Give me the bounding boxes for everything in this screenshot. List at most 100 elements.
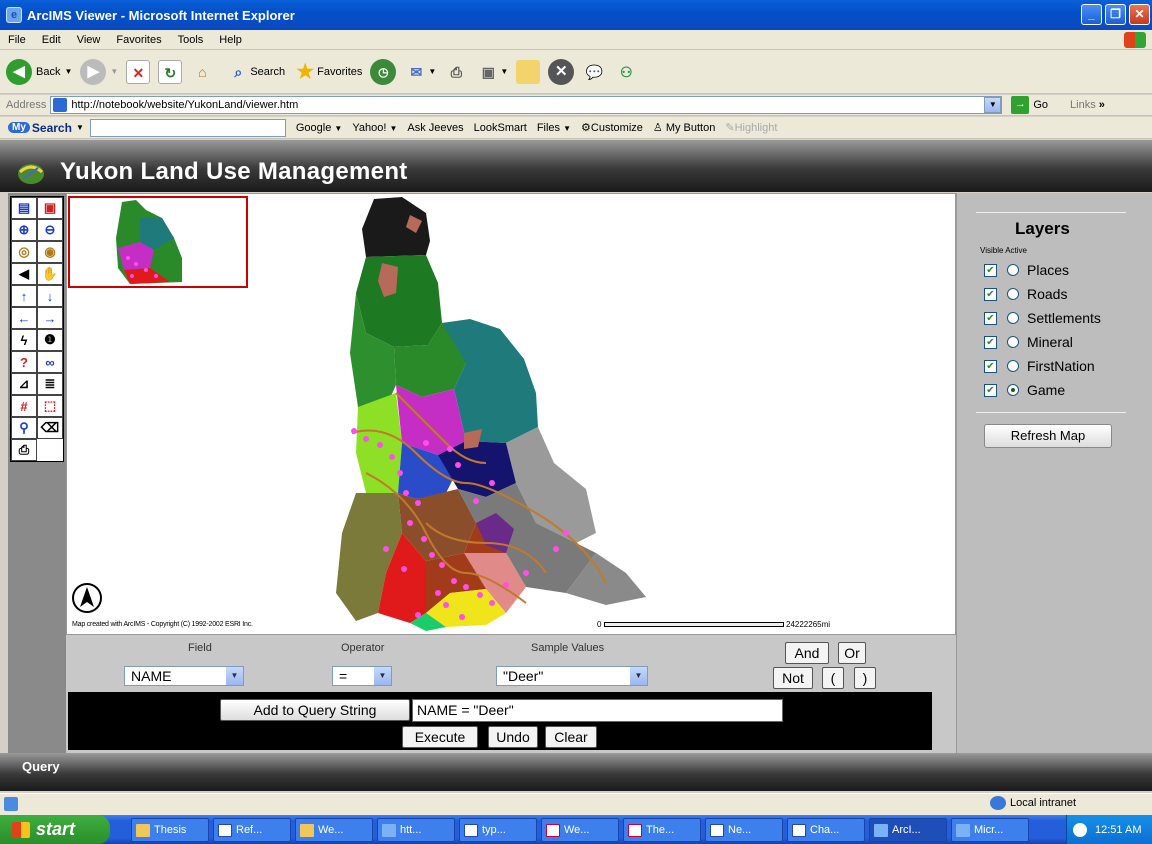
messenger-button[interactable]: ⚇ <box>614 60 638 84</box>
active-radio[interactable] <box>1007 264 1019 276</box>
messenger-chat-button[interactable]: 💬 <box>582 60 606 84</box>
history-button[interactable]: ◷ <box>370 58 397 85</box>
mysearch-logo[interactable]: My Search ▼ <box>8 121 84 135</box>
undo-button[interactable]: Undo <box>488 726 538 748</box>
looksmart-button[interactable]: LookSmart <box>474 122 527 134</box>
query-string-input[interactable]: NAME = "Deer" <box>412 699 783 722</box>
back-dropdown-icon[interactable]: ▼ <box>64 67 72 76</box>
set-units-tool[interactable]: ≣ <box>37 373 63 395</box>
task-folder-we[interactable]: We... <box>295 818 373 842</box>
print-button[interactable]: ⎙ <box>444 60 468 84</box>
forward-dropdown-icon[interactable]: ▼ <box>110 67 118 76</box>
add-to-query-button[interactable]: Add to Query String <box>220 699 410 721</box>
task-arcims-active[interactable]: ArcI... <box>869 818 947 842</box>
toggle-overview-tool[interactable]: ▣ <box>37 197 63 219</box>
search-button[interactable]: ⌕ Search <box>226 60 285 84</box>
toggle-legend-tool[interactable]: ▤ <box>11 197 37 219</box>
menu-view[interactable]: View <box>69 34 109 46</box>
home-button[interactable]: ⌂ <box>190 60 214 84</box>
hyperlink-tool[interactable]: ϟ <box>11 329 37 351</box>
menu-edit[interactable]: Edit <box>34 34 69 46</box>
or-button[interactable]: Or <box>838 642 866 664</box>
refresh-map-button[interactable]: Refresh Map <box>984 424 1112 448</box>
highlight-button[interactable]: ✎Highlight <box>725 121 777 134</box>
go-button[interactable]: → Go <box>1011 96 1048 114</box>
select-by-line-tool[interactable]: ⚲ <box>11 417 37 439</box>
pan-east-tool[interactable]: → <box>37 307 63 329</box>
active-layer-extent-tool[interactable]: ◉ <box>37 241 63 263</box>
yahoo-button[interactable]: Yahoo! ▼ <box>352 122 397 134</box>
task-word-ne[interactable]: Ne... <box>705 818 783 842</box>
pan-west-tool[interactable]: ← <box>11 307 37 329</box>
visible-checkbox[interactable]: ✔ <box>984 335 997 349</box>
active-radio[interactable] <box>1007 288 1019 300</box>
pan-south-tool[interactable]: ↓ <box>37 285 63 307</box>
identify-tool[interactable]: ❶ <box>37 329 63 351</box>
select-rectangle-tool[interactable]: ⬚ <box>37 395 63 417</box>
task-we[interactable]: We... <box>541 818 619 842</box>
active-radio[interactable] <box>1007 312 1019 324</box>
favorites-button[interactable]: ★ Favorites <box>293 60 362 84</box>
visible-checkbox[interactable]: ✔ <box>984 311 997 325</box>
operator-select[interactable]: = ▼ <box>332 666 392 686</box>
pan-north-tool[interactable]: ↑ <box>11 285 37 307</box>
overview-map[interactable] <box>68 196 248 288</box>
measure-tool[interactable]: ⊿ <box>11 373 37 395</box>
minimize-button[interactable]: _ <box>1081 4 1102 25</box>
refresh-button[interactable]: ↻ <box>158 59 183 84</box>
buffer-tool[interactable]: # <box>11 395 37 417</box>
window-title-bar[interactable]: e ArcIMS Viewer - Microsoft Internet Exp… <box>0 0 1152 30</box>
maximize-button[interactable]: ❐ <box>1105 4 1126 25</box>
task-the[interactable]: The... <box>623 818 701 842</box>
links-more-icon[interactable]: » <box>1099 99 1105 111</box>
pan-hand-tool[interactable]: ✋ <box>37 263 63 285</box>
stop-button[interactable]: ✕ <box>126 59 151 84</box>
menu-tools[interactable]: Tools <box>170 34 212 46</box>
not-button[interactable]: Not <box>773 667 813 689</box>
tray-expand-icon[interactable] <box>1073 822 1087 837</box>
task-thesis[interactable]: Thesis <box>131 818 209 842</box>
clear-button[interactable]: Clear <box>545 726 597 748</box>
task-word-typ[interactable]: typ... <box>459 818 537 842</box>
left-paren-button[interactable]: ( <box>822 667 844 689</box>
right-paren-button[interactable]: ) <box>854 667 876 689</box>
back-button[interactable]: ◀ Back ▼ <box>6 58 72 85</box>
active-radio[interactable] <box>1007 336 1019 348</box>
files-button[interactable]: Files ▼ <box>537 122 571 134</box>
my-button[interactable]: ♙ My Button <box>653 121 715 134</box>
print-tool[interactable]: ⎙ <box>11 439 37 461</box>
mysearch-input[interactable] <box>89 118 286 137</box>
active-radio-selected[interactable] <box>1007 384 1019 396</box>
menu-favorites[interactable]: Favorites <box>108 34 169 46</box>
mail-button[interactable]: ✉ ▼ <box>404 60 437 84</box>
menu-help[interactable]: Help <box>211 34 250 46</box>
task-word-cha[interactable]: Cha... <box>787 818 865 842</box>
visible-checkbox[interactable]: ✔ <box>984 263 997 277</box>
visible-checkbox[interactable]: ✔ <box>984 383 997 397</box>
task-word-ref[interactable]: Ref... <box>213 818 291 842</box>
back-extent-tool[interactable]: ◀ <box>11 263 37 285</box>
visible-checkbox[interactable]: ✔ <box>984 359 997 373</box>
folder-button[interactable] <box>516 59 541 84</box>
address-input[interactable]: http://notebook/website/YukonLand/viewer… <box>50 96 1003 114</box>
start-button[interactable]: start <box>0 815 110 844</box>
full-extent-tool[interactable]: ◎ <box>11 241 37 263</box>
visible-checkbox[interactable]: ✔ <box>984 287 997 301</box>
task-ie-htt[interactable]: htt... <box>377 818 455 842</box>
mysearch-dropdown-icon[interactable]: ▼ <box>76 123 84 132</box>
field-select[interactable]: NAME ▼ <box>124 666 244 686</box>
links-button[interactable]: Links <box>1070 99 1096 111</box>
task-micr[interactable]: Micr... <box>951 818 1029 842</box>
google-button[interactable]: Google ▼ <box>296 122 342 134</box>
edit-button[interactable]: ▣ ▼ <box>476 60 509 84</box>
menu-file[interactable]: File <box>0 34 34 46</box>
and-button[interactable]: And <box>785 642 829 664</box>
query-tool[interactable]: ? <box>11 351 37 373</box>
sample-values-select[interactable]: "Deer" ▼ <box>496 666 648 686</box>
zoom-in-tool[interactable]: ⊕ <box>11 219 37 241</box>
clear-selection-tool[interactable]: ⌫ <box>37 417 63 439</box>
zoom-out-tool[interactable]: ⊖ <box>37 219 63 241</box>
execute-button[interactable]: Execute <box>402 726 478 748</box>
ask-jeeves-button[interactable]: Ask Jeeves <box>407 122 463 134</box>
customize-button[interactable]: ⚙Customize <box>581 121 643 134</box>
